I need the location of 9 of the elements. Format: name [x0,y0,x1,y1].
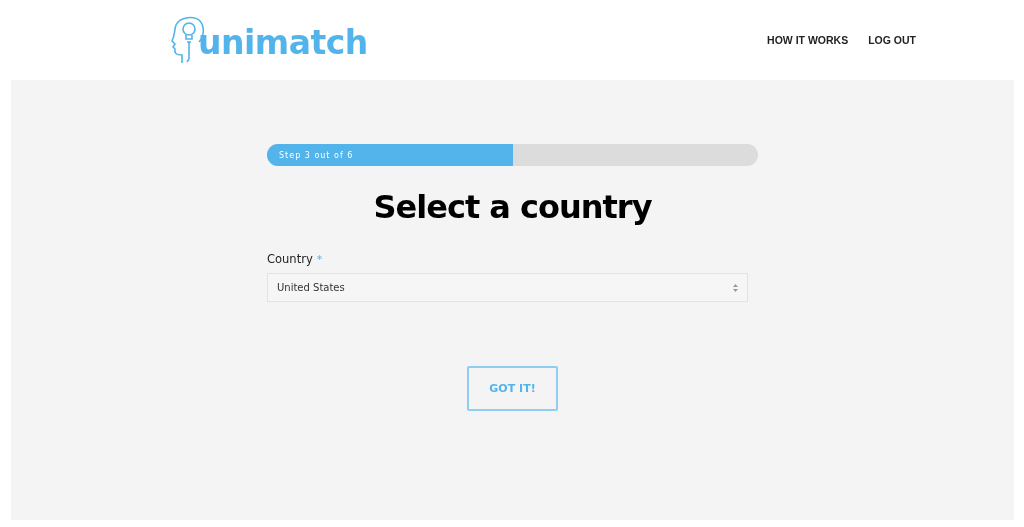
step-text: Step 3 out of 6 [279,150,354,160]
logo-text: unimatch [198,26,368,59]
sort-arrows-icon [733,283,738,292]
nav-link[interactable]: HOW IT WORKS [767,34,849,46]
country-select[interactable]: United States [267,273,748,302]
required-mark: * [316,253,323,266]
field-label: Country [267,252,313,266]
page-title: Select a country [373,188,652,226]
nav-link[interactable]: LOG OUT [868,34,916,46]
